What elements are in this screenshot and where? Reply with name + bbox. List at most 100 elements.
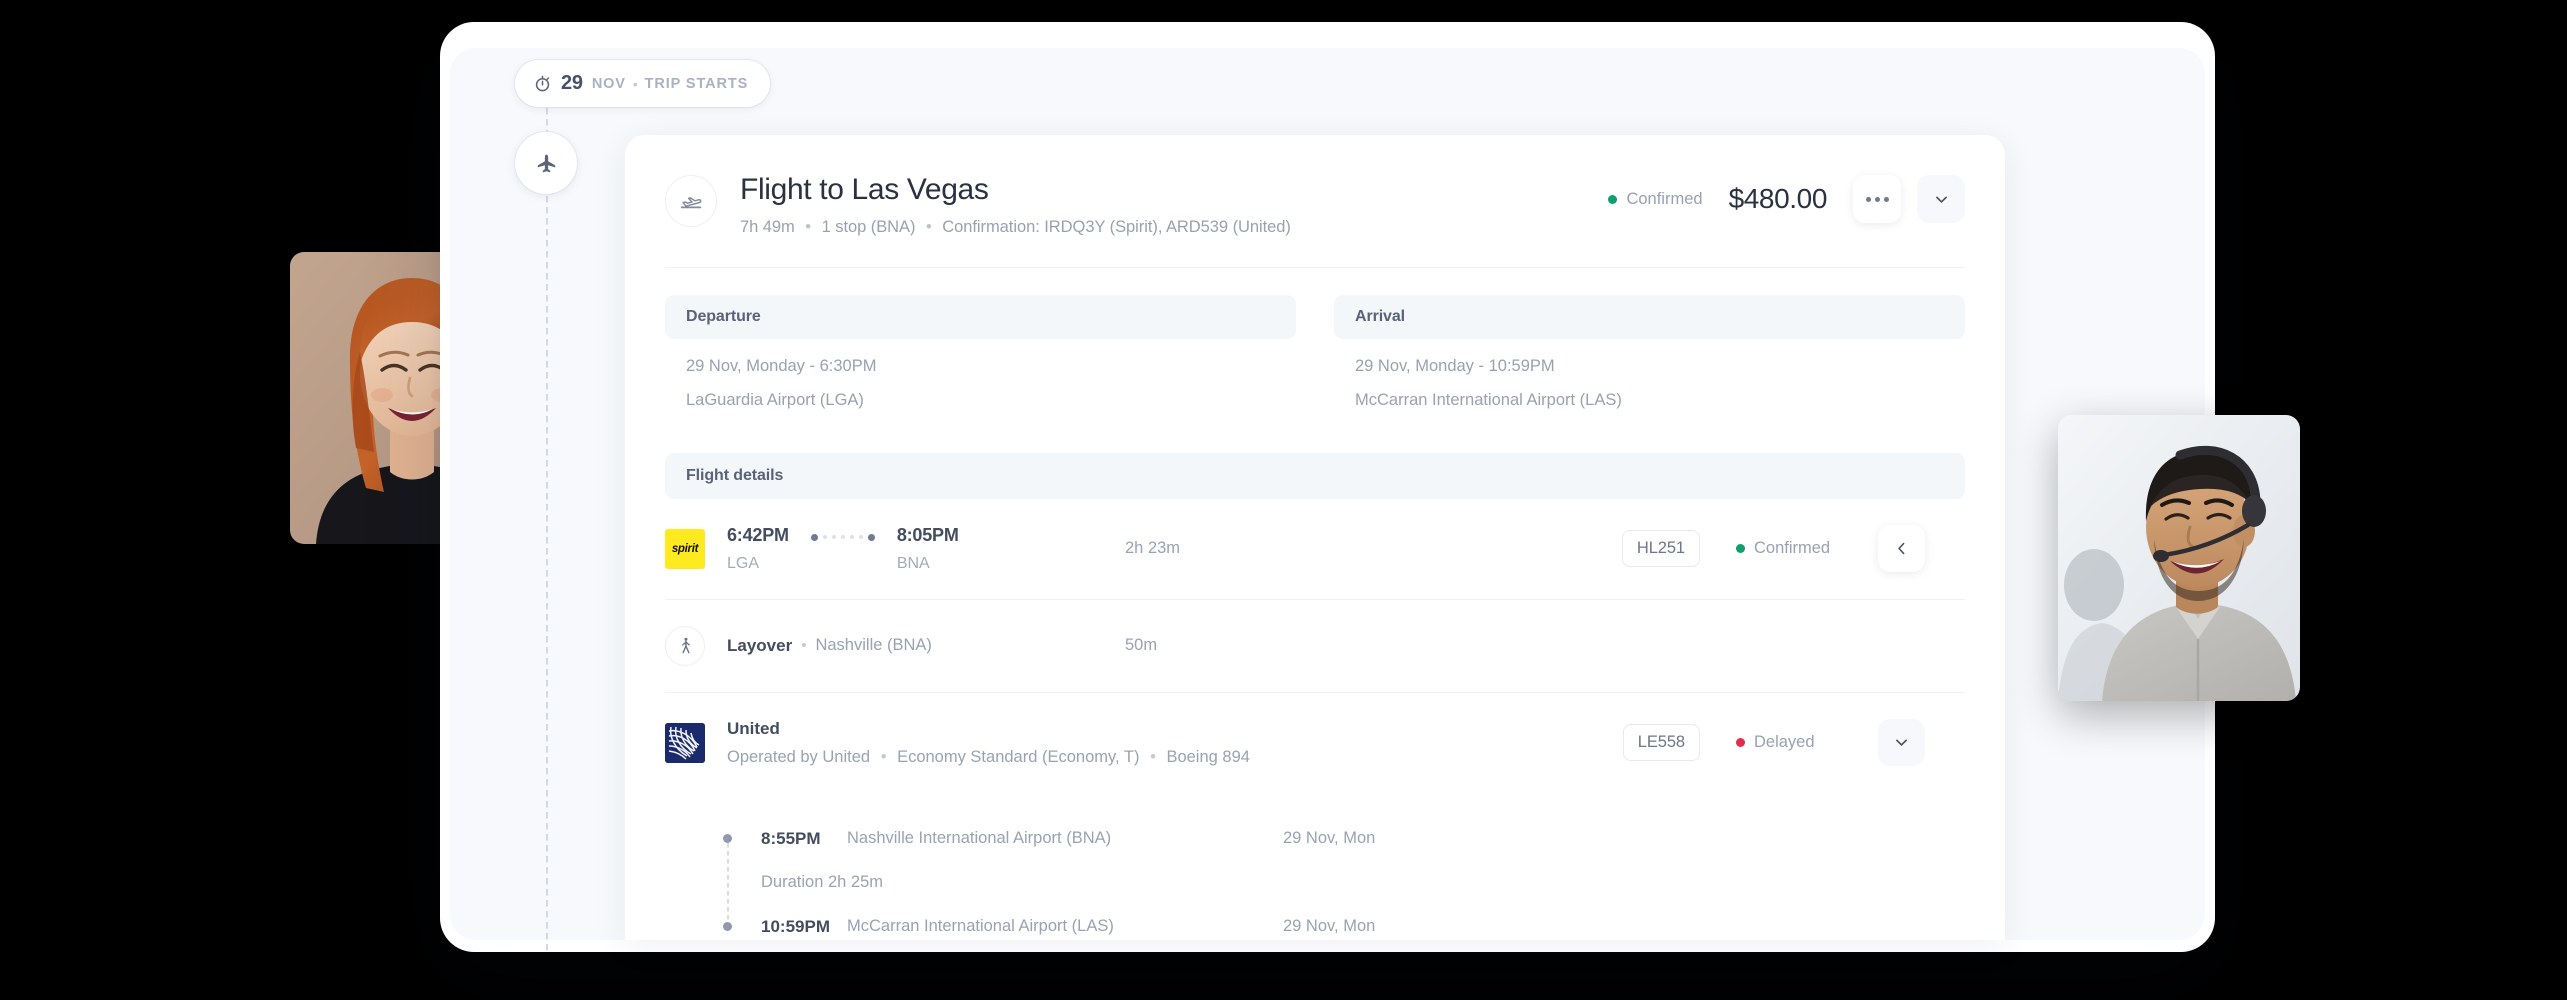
timeline-time: 8:55PM xyxy=(761,828,821,848)
united-text-block: United Operated by United • Economy Stan… xyxy=(727,719,1250,767)
trip-starts-pill[interactable]: 29 NOV • TRIP STARTS xyxy=(515,60,771,107)
timeline-place: Nashville International Airport (BNA) xyxy=(847,829,1112,848)
segment-arrive-code: BNA xyxy=(896,554,930,572)
support-agent-photo-right xyxy=(2058,415,2300,701)
trip-start-month: NOV xyxy=(591,75,626,92)
departure-block: Departure 29 Nov, Monday - 6:30PM LaGuar… xyxy=(665,295,1296,424)
trip-start-day: 29 xyxy=(561,72,583,94)
more-options-icon xyxy=(1865,196,1889,202)
airplane-icon xyxy=(537,153,555,172)
united-sep-2: • xyxy=(1150,747,1156,766)
timeline-bullet xyxy=(723,834,732,844)
chevron-down-icon xyxy=(1935,196,1947,203)
flight-header-icon-circle xyxy=(665,175,717,227)
status-dot-confirmed xyxy=(1608,194,1618,204)
united-operated-by: Operated by United xyxy=(727,747,871,766)
trip-timeline-rail xyxy=(546,108,548,953)
segment-status-dot xyxy=(1736,544,1745,554)
timeline-row-arrival: 10:59PM McCarran International Airport (… xyxy=(705,905,1925,940)
page-title: Flight to Las Vegas xyxy=(740,173,989,206)
arrival-airport: McCarran International Airport (LAS) xyxy=(1355,390,1622,409)
header-status-label: Confirmed xyxy=(1626,189,1703,208)
flight-segment-row[interactable]: spirit 6:42PM LGA 8:05PM BNA 2h 23m HL25… xyxy=(665,499,1965,600)
trip-starts-label: TRIP STARTS xyxy=(644,75,749,92)
timeline-date: 29 Nov, Mon xyxy=(1283,829,1376,848)
chevron-left-icon xyxy=(1898,543,1905,555)
collapse-card-button[interactable] xyxy=(1917,175,1965,223)
trip-pill-separator: • xyxy=(632,75,638,92)
segment-status-label: Confirmed xyxy=(1754,539,1831,558)
spirit-logo-text: spirit xyxy=(671,542,699,555)
united-aircraft: Boeing 894 xyxy=(1166,747,1250,766)
departure-heading: Departure xyxy=(665,295,1296,340)
timeline-time: 10:59PM xyxy=(761,916,830,936)
arrival-body: 29 Nov, Monday - 10:59PM McCarran Intern… xyxy=(1334,339,1965,410)
arrival-datetime: 29 Nov, Monday - 10:59PM xyxy=(1355,357,1555,376)
united-status: Delayed xyxy=(1736,733,1868,752)
support-agent-illustration xyxy=(2058,415,2300,701)
timeline-row-departure: 8:55PM Nashville International Airport (… xyxy=(705,817,1925,861)
timeline-row-duration: Duration 2h 25m xyxy=(705,861,1925,905)
segment-status: Confirmed xyxy=(1736,539,1868,558)
segment-flight-code: HL251 xyxy=(1621,530,1700,568)
departure-arrival-row: Departure 29 Nov, Monday - 6:30PM LaGuar… xyxy=(625,268,2005,424)
united-cabin: Economy Standard (Economy, T) xyxy=(897,747,1140,766)
segment-arrive-time: 8:05PM xyxy=(896,524,959,545)
united-segment-row[interactable]: United Operated by United • Economy Stan… xyxy=(665,693,1965,793)
united-airline-name: United xyxy=(727,718,780,738)
flight-confirmation: Confirmation: IRDQ3Y (Spirit), ARD539 (U… xyxy=(942,218,1291,237)
departure-datetime: 29 Nov, Monday - 6:30PM xyxy=(686,357,877,376)
layover-walk-icon xyxy=(681,637,690,654)
flight-details-heading: Flight details xyxy=(665,452,1965,499)
timeline-bullet xyxy=(723,922,732,932)
segment-route-track xyxy=(810,533,875,541)
united-status-dot xyxy=(1736,738,1745,748)
departure-body: 29 Nov, Monday - 6:30PM LaGuardia Airpor… xyxy=(665,339,1296,410)
timeline-date: 29 Nov, Mon xyxy=(1283,917,1376,936)
united-subtitle: Operated by United • Economy Standard (E… xyxy=(727,748,1250,767)
segment-expand-button[interactable] xyxy=(1878,525,1925,573)
segment-depart-time: 6:42PM xyxy=(727,524,789,545)
airplane-takeoff-icon xyxy=(680,197,702,209)
flight-timeline-node[interactable] xyxy=(515,132,577,194)
header-status-badge: Confirmed xyxy=(1608,189,1703,209)
arrival-block: Arrival 29 Nov, Monday - 10:59PM McCarra… xyxy=(1334,295,1965,424)
subtitle-sep-1: • xyxy=(805,218,812,237)
layover-separator: • xyxy=(801,637,807,655)
segment-times: 6:42PM LGA 8:05PM BNA xyxy=(727,525,1027,573)
united-right-actions: LE558 Delayed xyxy=(1622,719,1925,767)
flight-card-header: Flight to Las Vegas 7h 49m • 1 stop (BNA… xyxy=(625,135,2005,237)
united-sep-1: • xyxy=(880,747,887,766)
segment-arrival: 8:05PM BNA xyxy=(897,525,959,573)
flight-stops: 1 stop (BNA) xyxy=(821,218,916,237)
segment-departure: 6:42PM LGA xyxy=(727,525,789,573)
flight-price: $480.00 xyxy=(1728,183,1828,214)
united-flight-code: LE558 xyxy=(1622,724,1700,762)
united-globe-icon xyxy=(665,722,705,763)
united-status-label: Delayed xyxy=(1754,733,1815,752)
departure-airport: LaGuardia Airport (LGA) xyxy=(686,390,864,409)
layover-duration: 50m xyxy=(1125,636,1158,655)
layover-label: Layover xyxy=(727,635,793,655)
segment-duration: 2h 23m xyxy=(1125,539,1181,558)
flight-card: Flight to Las Vegas 7h 49m • 1 stop (BNA… xyxy=(625,135,2005,940)
arrival-heading: Arrival xyxy=(1334,295,1965,340)
timeline-duration-label: Duration 2h 25m xyxy=(761,873,883,892)
stopwatch-icon xyxy=(535,75,550,92)
segment-right-actions: HL251 Confirmed xyxy=(1621,525,1925,573)
timeline-place: McCarran International Airport (LAS) xyxy=(847,917,1114,936)
united-collapse-button[interactable] xyxy=(1878,719,1925,767)
chevron-down-icon xyxy=(1896,739,1907,747)
layover-icon-circle xyxy=(665,625,705,666)
more-options-button[interactable] xyxy=(1853,175,1901,223)
segment-depart-code: LGA xyxy=(727,554,760,572)
subtitle-sep-2: • xyxy=(925,218,932,237)
united-logo xyxy=(665,722,705,763)
flight-header-text: Flight to Las Vegas 7h 49m • 1 stop (BNA… xyxy=(740,171,1291,237)
layover-city: Nashville (BNA) xyxy=(815,636,932,655)
united-timeline: 8:55PM Nashville International Airport (… xyxy=(665,793,1965,940)
flight-header-actions: Confirmed $480.00 xyxy=(1608,175,1965,223)
spirit-logo: spirit xyxy=(665,528,705,569)
flight-subtitle: 7h 49m • 1 stop (BNA) • Confirmation: IR… xyxy=(740,218,1291,237)
flight-duration: 7h 49m xyxy=(740,218,795,237)
